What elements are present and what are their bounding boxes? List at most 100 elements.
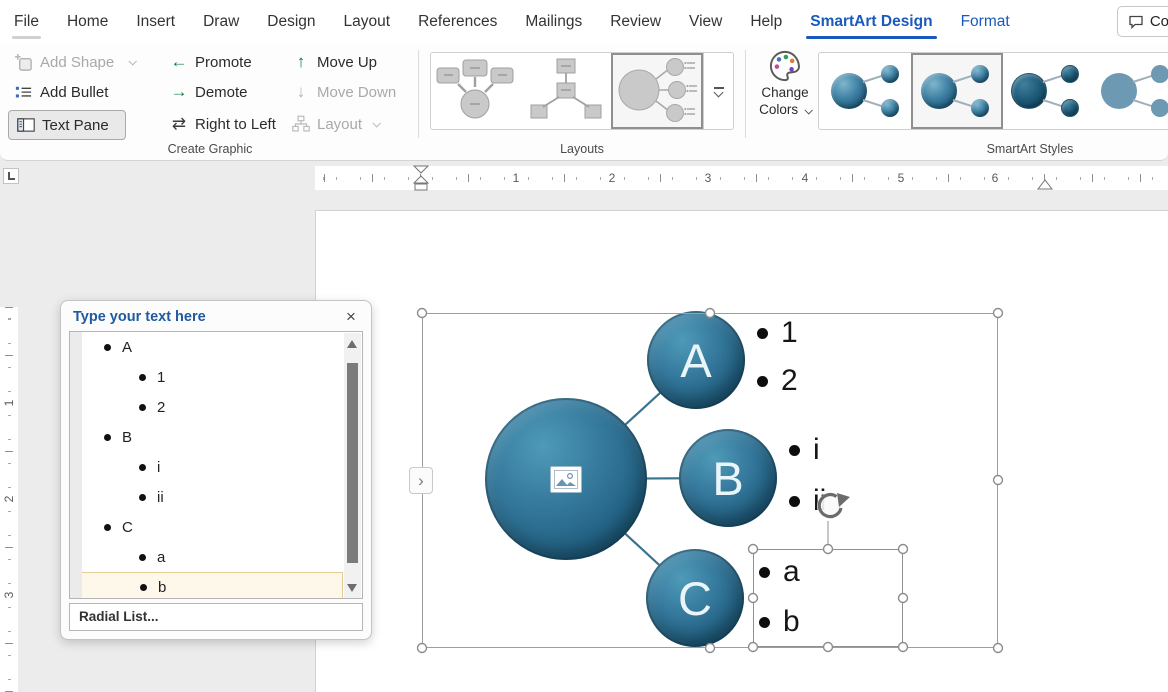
bullet-b-i[interactable]: i xyxy=(789,429,820,471)
scrollbar-thumb[interactable] xyxy=(347,363,358,563)
right-to-left-icon: ⇄ xyxy=(170,114,188,134)
text-pane-icon xyxy=(17,117,35,133)
tab-layout[interactable]: Layout xyxy=(330,0,405,44)
tab-view[interactable]: View xyxy=(675,0,736,44)
ribbon: Add Shape Add Bullet Text Pane ← Promote… xyxy=(0,44,1168,161)
layout-converging-icon xyxy=(433,55,519,125)
layout-thumbnail-radial-list-selected[interactable] xyxy=(613,55,701,127)
text-pane-item-1[interactable]: 1 xyxy=(70,362,362,392)
indent-markers[interactable] xyxy=(412,165,430,192)
tab-insert[interactable]: Insert xyxy=(122,0,189,44)
tab-design[interactable]: Design xyxy=(253,0,329,44)
add-shape-icon xyxy=(14,53,33,72)
circle-c-label: C xyxy=(678,575,712,622)
text-pane-item-a[interactable]: a xyxy=(70,542,362,572)
text-pane-item-2[interactable]: 2 xyxy=(70,392,362,422)
tab-draw[interactable]: Draw xyxy=(189,0,253,44)
text-pane-label: Text Pane xyxy=(42,117,109,134)
change-colors-label-line2: Colors xyxy=(759,101,811,118)
layout-radial-list-icon xyxy=(613,55,699,125)
tab-smartart-design[interactable]: SmartArt Design xyxy=(796,0,946,44)
close-icon[interactable]: × xyxy=(340,306,362,328)
add-shape-button[interactable]: Add Shape xyxy=(10,48,139,76)
ruler-number: 6 xyxy=(988,170,1002,186)
right-to-left-button[interactable]: ⇄ Right to Left xyxy=(166,110,280,138)
promote-label: Promote xyxy=(195,54,252,71)
style-thumbnail-3[interactable] xyxy=(1003,55,1091,127)
tab-help[interactable]: Help xyxy=(736,0,796,44)
tab-home[interactable]: Home xyxy=(53,0,122,44)
bullet-dot xyxy=(757,376,768,387)
add-bullet-button[interactable]: Add Bullet xyxy=(10,78,112,106)
text-pane-item-C[interactable]: C xyxy=(70,512,362,542)
text-pane-scrollbar[interactable] xyxy=(344,333,361,599)
smartart-circle-c[interactable]: C xyxy=(646,549,744,647)
ribbon-tab-bar: FileHomeInsertDrawDesignLayoutReferences… xyxy=(0,0,1168,44)
change-colors-button[interactable]: Change Colors xyxy=(750,48,820,140)
smartart-styles-gallery xyxy=(818,52,1168,130)
comments-label: Co xyxy=(1150,13,1168,30)
create-graphic-group-label: Create Graphic xyxy=(0,142,420,156)
tab-format[interactable]: Format xyxy=(947,0,1024,44)
text-pane-item-b-active[interactable]: b xyxy=(71,572,343,599)
move-up-button[interactable]: ↑ Move Up xyxy=(288,48,381,76)
vertical-ruler: 1 2 3 xyxy=(0,192,18,692)
text-pane-item-B[interactable]: B xyxy=(70,422,362,452)
image-placeholder-icon[interactable] xyxy=(550,466,582,493)
layout-thumbnail-converging[interactable] xyxy=(433,55,521,127)
palette-icon xyxy=(766,48,804,84)
text-pane-list: A 1 2 B i ii C a b xyxy=(69,331,363,599)
tab-selector[interactable] xyxy=(3,168,19,184)
text-pane-gutter xyxy=(70,332,82,598)
ruler-number: 2 xyxy=(2,491,16,507)
tab-references[interactable]: References xyxy=(404,0,511,44)
right-indent-marker[interactable] xyxy=(1036,177,1054,191)
promote-button[interactable]: ← Promote xyxy=(166,48,256,76)
tab-mailings[interactable]: Mailings xyxy=(511,0,596,44)
text-pane-item-A[interactable]: A xyxy=(70,332,362,362)
bullet-dot xyxy=(759,567,770,578)
text-pane-item-ii[interactable]: ii xyxy=(70,482,362,512)
chevron-right-icon: › xyxy=(418,471,424,491)
bullet-a-1[interactable]: 1 xyxy=(757,312,798,354)
ruler-number: 5 xyxy=(894,170,908,186)
bullet-dot xyxy=(757,328,768,339)
ruler-number: 2 xyxy=(605,170,619,186)
demote-button[interactable]: → Demote xyxy=(166,78,252,106)
chevron-down-icon xyxy=(129,57,137,65)
smartart-circle-b[interactable]: B xyxy=(679,429,777,527)
bullet-c-a[interactable]: a xyxy=(759,551,800,593)
chevron-down-icon xyxy=(804,106,812,114)
move-down-icon: ↓ xyxy=(292,82,310,102)
layout-button[interactable]: Layout xyxy=(288,110,383,138)
comment-icon xyxy=(1128,14,1144,30)
style-thumbnail-2-selected[interactable] xyxy=(913,55,1001,127)
change-colors-label-line1: Change xyxy=(761,84,808,101)
comments-button[interactable]: Co xyxy=(1117,6,1168,37)
bullet-c-b[interactable]: b xyxy=(759,601,800,643)
smartart-circle-a[interactable]: A xyxy=(647,311,745,409)
tab-review[interactable]: Review xyxy=(596,0,675,44)
left-tab-icon xyxy=(8,172,15,180)
style-thumbnail-4[interactable] xyxy=(1093,55,1168,127)
move-up-icon: ↑ xyxy=(292,52,310,72)
scroll-up-icon[interactable] xyxy=(347,340,357,348)
text-pane-item-i[interactable]: i xyxy=(70,452,362,482)
text-pane-toggle-button[interactable]: Text Pane xyxy=(8,110,126,140)
smartart-styles-group-label: SmartArt Styles xyxy=(880,142,1168,156)
add-bullet-icon xyxy=(14,83,33,102)
layouts-gallery-more-button[interactable] xyxy=(703,53,733,129)
layouts-group-label: Layouts xyxy=(430,142,734,156)
text-pane-collapse-button[interactable]: › xyxy=(409,467,433,494)
move-down-button[interactable]: ↓ Move Down xyxy=(288,78,400,106)
smartart-center-circle[interactable] xyxy=(485,398,647,560)
demote-label: Demote xyxy=(195,84,248,101)
ruler-number: 1 xyxy=(2,395,16,411)
bullet-dot xyxy=(759,617,770,628)
scroll-down-icon[interactable] xyxy=(347,584,357,592)
bullet-b-ii[interactable]: ii xyxy=(789,480,826,522)
layout-thumbnail-radial[interactable] xyxy=(523,55,611,127)
style-thumbnail-1[interactable] xyxy=(823,55,911,127)
bullet-a-2[interactable]: 2 xyxy=(757,360,798,402)
tab-file[interactable]: File xyxy=(0,0,53,44)
